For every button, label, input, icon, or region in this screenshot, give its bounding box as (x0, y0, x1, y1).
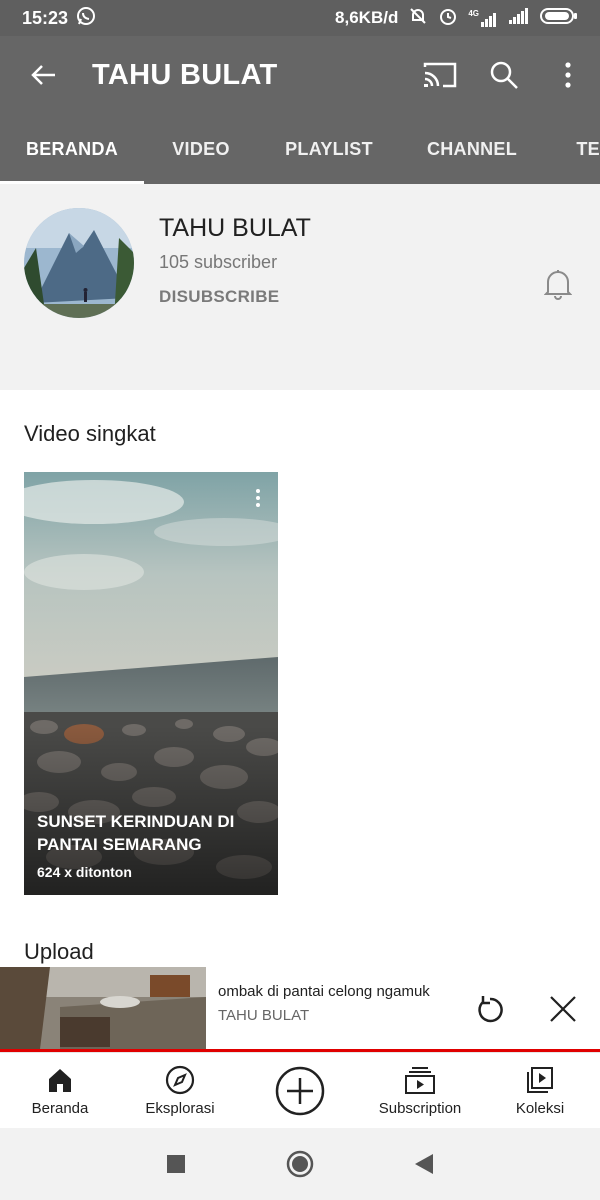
more-vert-icon (256, 489, 260, 507)
mute-icon (408, 6, 428, 31)
mini-player-title: ombak di pantai celong ngamuk (218, 983, 430, 1000)
more-options-button[interactable] (536, 36, 600, 114)
signal-icon: 4G (468, 9, 498, 27)
mini-player-channel: TAHU BULAT (218, 1007, 310, 1024)
square-icon (167, 1155, 185, 1173)
nav-beranda[interactable]: Beranda (0, 1053, 120, 1128)
channel-name: TAHU BULAT (159, 214, 311, 242)
replay-icon (478, 996, 503, 1023)
short-more-button[interactable] (246, 486, 270, 510)
avatar[interactable] (24, 208, 134, 318)
nav-label: Beranda (31, 1100, 89, 1117)
nav-koleksi[interactable]: Koleksi (480, 1053, 600, 1128)
tab-beranda[interactable]: BERANDA (0, 114, 144, 184)
status-bar: 15:23 8,6KB/d 4G (0, 0, 600, 36)
short-views: 624 x ditonton (37, 864, 132, 880)
cast-icon (423, 62, 457, 88)
back-arrow-icon (31, 65, 55, 85)
channel-title: TAHU BULAT (92, 58, 278, 91)
short-title: SUNSET KERINDUAN DI PANTAI SEMARANG (37, 812, 235, 854)
close-button[interactable] (543, 989, 583, 1029)
bell-icon (544, 270, 572, 300)
close-icon (550, 996, 576, 1022)
whatsapp-icon (76, 6, 96, 31)
system-navigation-bar (0, 1128, 600, 1200)
alarm-icon (438, 6, 458, 31)
channel-header: TAHU BULAT 105 subscriber DISUBSCRIBE (0, 184, 600, 390)
tab-label: VIDEO (172, 138, 230, 159)
nav-create-button[interactable] (240, 1053, 360, 1128)
network-type: 4G (468, 9, 479, 18)
subscriber-count: 105 subscriber (159, 252, 278, 272)
bottom-navigation: Beranda Eksplorasi Subscription Koleksi (0, 1052, 600, 1128)
back-button[interactable] (0, 36, 86, 114)
nav-label: Eksplorasi (145, 1100, 215, 1117)
nav-subscription[interactable]: Subscription (360, 1053, 480, 1128)
recents-button[interactable] (114, 1128, 238, 1200)
tab-channel[interactable]: CHANNEL (400, 114, 544, 184)
search-button[interactable] (472, 36, 536, 114)
app-bar: TAHU BULAT (0, 36, 600, 114)
circle-icon (286, 1150, 314, 1178)
search-icon (490, 61, 518, 89)
tab-playlist[interactable]: PLAYLIST (258, 114, 400, 184)
channel-tabs: BERANDA VIDEO PLAYLIST CHANNEL TE (0, 114, 600, 184)
tab-video[interactable]: VIDEO (144, 114, 258, 184)
tab-label: CHANNEL (426, 138, 518, 159)
mini-player-thumbnail[interactable] (0, 967, 206, 1049)
mini-player[interactable]: ombak di pantai celong ngamuk TAHU BULAT (0, 967, 600, 1049)
back-nav-button[interactable] (362, 1128, 486, 1200)
shorts-section-title: Video singkat (24, 421, 156, 446)
signal-icon-2 (508, 7, 530, 29)
replay-button[interactable] (470, 989, 510, 1029)
nav-eksplorasi[interactable]: Eksplorasi (120, 1053, 240, 1128)
notification-bell-button[interactable] (538, 264, 578, 304)
short-video-card[interactable]: SUNSET KERINDUAN DI PANTAI SEMARANG 624 … (24, 472, 278, 895)
add-icon (274, 1065, 326, 1117)
subscriptions-icon (404, 1064, 436, 1096)
network-speed: 8,6KB/d (335, 8, 399, 27)
tab-tentang[interactable]: TE (544, 114, 600, 184)
nav-label: Subscription (378, 1100, 462, 1117)
compass-icon (165, 1064, 195, 1096)
triangle-back-icon (415, 1154, 433, 1174)
cast-button[interactable] (408, 36, 472, 114)
battery-icon (540, 7, 578, 30)
subscribe-button[interactable]: DISUBSCRIBE (159, 287, 279, 307)
home-button[interactable] (238, 1128, 362, 1200)
status-time: 15:23 (22, 7, 69, 28)
home-icon (46, 1064, 74, 1096)
tab-label: BERANDA (25, 138, 119, 159)
more-vert-icon (565, 62, 571, 88)
library-icon (525, 1064, 555, 1096)
uploads-section-title: Upload (24, 939, 94, 964)
nav-label: Koleksi (515, 1100, 565, 1117)
tab-label: TE (576, 138, 600, 159)
tab-label: PLAYLIST (285, 138, 373, 159)
